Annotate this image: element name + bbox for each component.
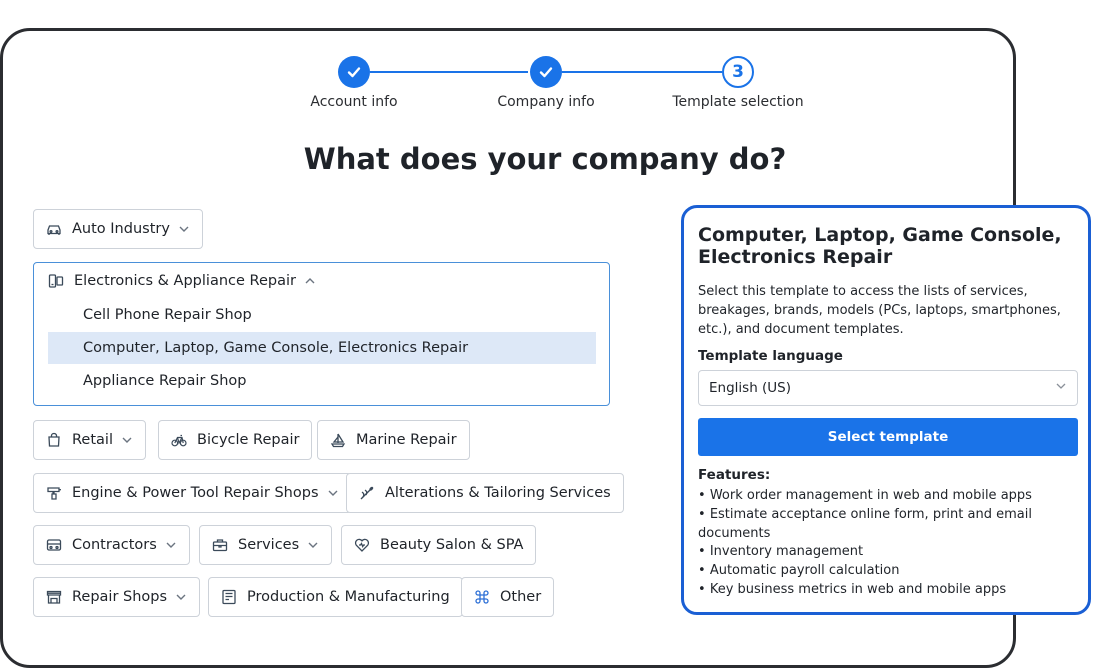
- chevron-up-icon: [304, 275, 316, 287]
- chevron-down-icon: [121, 434, 133, 446]
- feature-item: • Inventory management: [698, 544, 864, 560]
- power-tool-icon: [46, 485, 62, 501]
- feature-item: • Estimate acceptance online form, print…: [698, 506, 1032, 541]
- check-icon: [338, 56, 370, 88]
- chip-label: Retail: [72, 432, 113, 448]
- bicycle-icon: [171, 432, 187, 448]
- category-retail[interactable]: Retail: [33, 420, 146, 460]
- chevron-down-icon: [327, 487, 339, 499]
- subcategory-appliance-repair[interactable]: Appliance Repair Shop: [48, 365, 596, 397]
- category-production-manufacturing[interactable]: Production & Manufacturing: [208, 577, 463, 617]
- template-language-select[interactable]: English (US): [698, 370, 1078, 406]
- category-electronics-header[interactable]: Electronics & Appliance Repair: [48, 273, 316, 289]
- step-company-info: Company info: [446, 56, 646, 110]
- select-template-button[interactable]: Select template: [698, 418, 1078, 456]
- chevron-down-icon: [307, 539, 319, 551]
- factory-icon: [221, 589, 237, 605]
- subcategory-cell-phone-repair[interactable]: Cell Phone Repair Shop: [48, 299, 596, 331]
- category-contractors[interactable]: Contractors: [33, 525, 190, 565]
- features-title: Features:: [698, 467, 771, 483]
- chip-label: Repair Shops: [72, 589, 168, 605]
- chip-label: Services: [238, 537, 300, 553]
- step-label: Account info: [310, 94, 398, 110]
- chip-label: Marine Repair: [356, 432, 457, 448]
- chip-label: Alterations & Tailoring Services: [385, 485, 611, 501]
- category-engine-power-tool[interactable]: Engine & Power Tool Repair Shops: [33, 473, 352, 513]
- chip-label: Auto Industry: [72, 221, 170, 237]
- chevron-down-icon: [178, 223, 190, 235]
- chip-label: Electronics & Appliance Repair: [74, 273, 296, 289]
- command-icon: [474, 589, 490, 605]
- chip-label: Other: [500, 589, 542, 605]
- step-label: Company info: [497, 94, 595, 110]
- step-template-selection: 3 Template selection: [638, 56, 838, 110]
- chip-label: Bicycle Repair: [197, 432, 300, 448]
- category-auto-industry[interactable]: Auto Industry: [33, 209, 203, 249]
- chip-label: Contractors: [72, 537, 157, 553]
- check-icon: [530, 56, 562, 88]
- category-beauty-salon-spa[interactable]: Beauty Salon & SPA: [341, 525, 537, 565]
- category-marine-repair[interactable]: Marine Repair: [317, 420, 470, 460]
- chip-label: Production & Manufacturing: [247, 589, 450, 605]
- feature-item: • Automatic payroll calculation: [698, 563, 900, 579]
- chip-label: Beauty Salon & SPA: [380, 537, 524, 553]
- step-account-info: Account info: [254, 56, 454, 110]
- features-list: • Work order management in web and mobil…: [698, 487, 1080, 600]
- needle-icon: [359, 485, 375, 501]
- truck-icon: [46, 537, 62, 553]
- template-title: Computer, Laptop, Game Console, Electron…: [698, 224, 1062, 268]
- shopping-bag-icon: [46, 432, 62, 448]
- template-language-label: Template language: [698, 348, 843, 364]
- category-services[interactable]: Services: [199, 525, 333, 565]
- sailboat-icon: [330, 432, 346, 448]
- category-repair-shops[interactable]: Repair Shops: [33, 577, 201, 617]
- template-description: Select this template to access the lists…: [698, 284, 1061, 337]
- devices-icon: [48, 273, 64, 289]
- feature-item: • Work order management in web and mobil…: [698, 488, 1032, 503]
- page-title: What does your company do?: [303, 142, 787, 176]
- category-electronics-expanded: Electronics & Appliance Repair Cell Phon…: [33, 262, 610, 406]
- subcategory-computer-repair[interactable]: Computer, Laptop, Game Console, Electron…: [48, 332, 596, 364]
- stepper: Account info Company info 3 Template sel…: [300, 56, 820, 116]
- category-other[interactable]: Other: [461, 577, 555, 617]
- car-icon: [46, 221, 62, 237]
- chevron-down-icon: [175, 591, 187, 603]
- heart-icon: [354, 537, 370, 553]
- feature-item: • Key business metrics in web and mobile…: [698, 581, 1007, 597]
- category-alterations-tailoring[interactable]: Alterations & Tailoring Services: [346, 473, 624, 513]
- store-icon: [46, 589, 62, 605]
- category-bicycle-repair[interactable]: Bicycle Repair: [158, 420, 313, 460]
- chevron-down-icon: [165, 539, 177, 551]
- chip-label: Engine & Power Tool Repair Shops: [72, 485, 319, 501]
- toolbox-icon: [212, 537, 228, 553]
- step-label: Template selection: [672, 94, 804, 110]
- step-number: 3: [722, 56, 754, 88]
- template-panel: Computer, Laptop, Game Console, Electron…: [681, 205, 1091, 615]
- chevron-down-icon: [1055, 380, 1067, 396]
- select-value: English (US): [709, 380, 792, 396]
